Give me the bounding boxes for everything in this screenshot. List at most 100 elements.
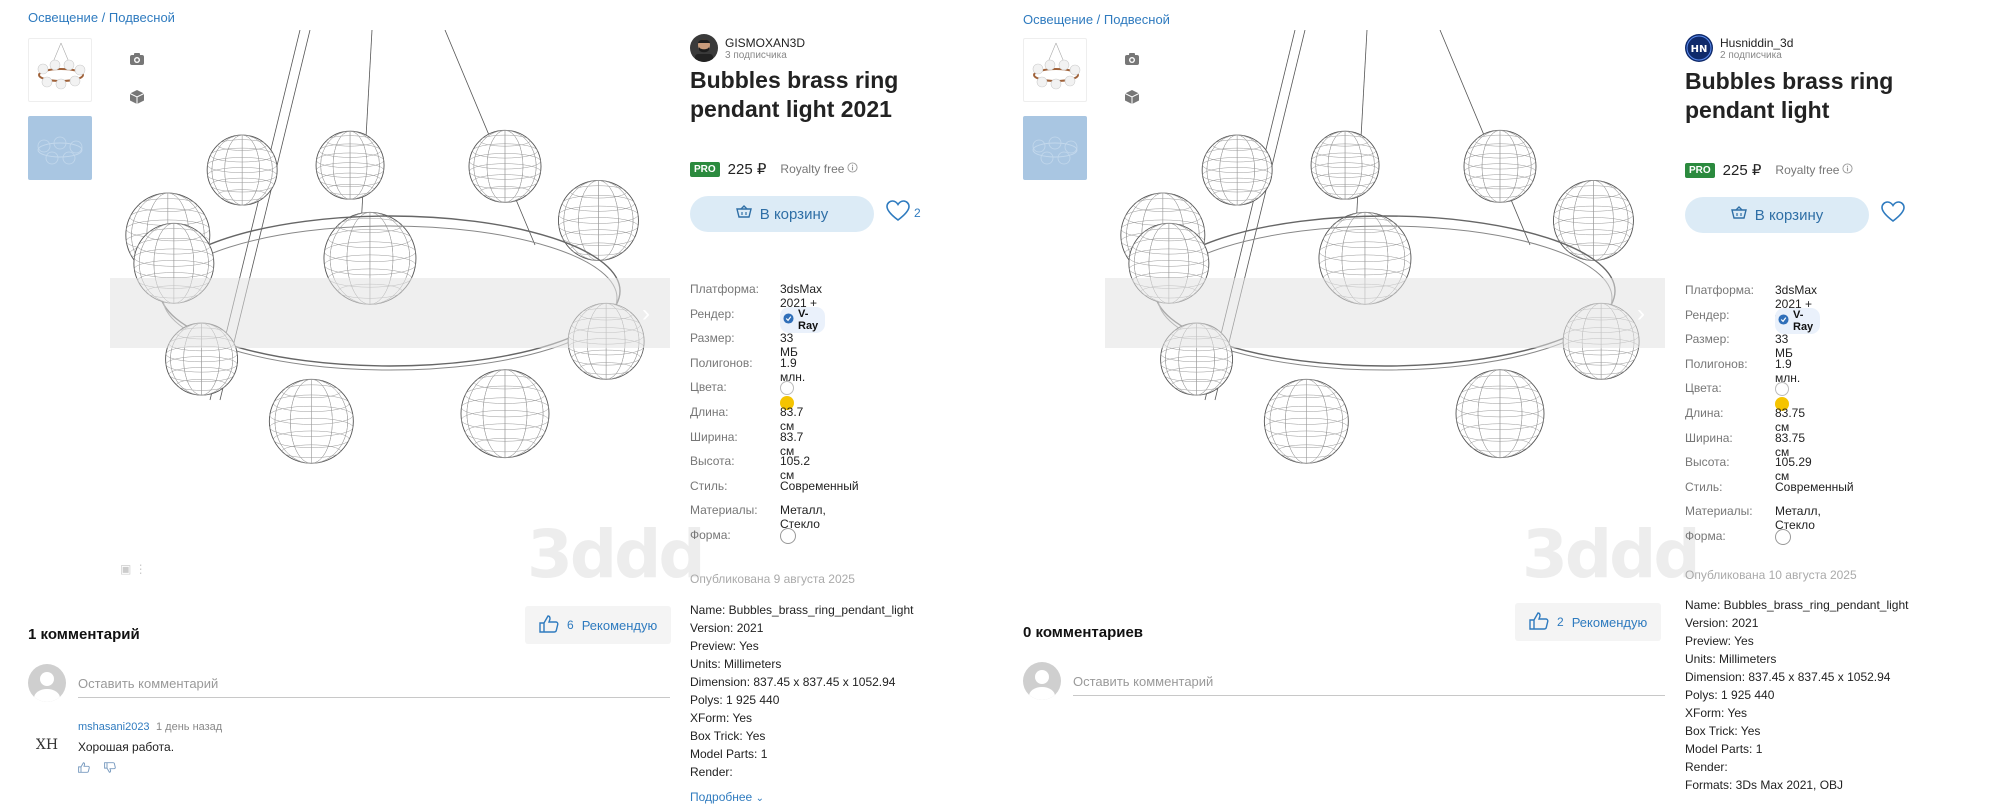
description-line: Render: — [690, 765, 733, 779]
published-date: Опубликована 10 августа 2025 — [1685, 568, 1857, 582]
description-line: Name: Bubbles_brass_ring_pendant_light — [690, 603, 914, 617]
thumbs-down-icon[interactable] — [104, 760, 116, 778]
thumbs-up-icon[interactable] — [78, 760, 90, 778]
watermark-logo: 3ddd — [1522, 516, 1701, 593]
more-details-label: Подробнее — [690, 790, 753, 804]
recommend-button[interactable]: 6 Рекомендую — [525, 606, 672, 644]
spec-label: Платформа: — [690, 282, 760, 296]
description-line: XForm: Yes — [690, 711, 753, 725]
spec-label: Рендер: — [690, 306, 735, 321]
shape-round-icon[interactable] — [1775, 528, 1791, 545]
spec-label: Материалы: — [1685, 504, 1753, 519]
pro-badge: PRO — [690, 161, 720, 177]
color-swatch-white[interactable] — [780, 381, 794, 396]
cart-icon — [1730, 206, 1747, 224]
description-line: Dimension: 837.45 x 837.45 x 1052.94 — [1685, 670, 1891, 684]
description-line: Render: — [1685, 760, 1728, 774]
spec-label: Длина: — [690, 404, 729, 419]
description-line: Formats: 3Ds Max 2021, OBJ — [1685, 778, 1844, 792]
recommend-button[interactable]: 2 Рекомендую — [1515, 603, 1662, 641]
price-row: PRO 225 ₽ Royalty free — [690, 160, 858, 178]
comment-text: Хорошая работа. — [78, 740, 175, 754]
chevron-right-icon[interactable]: › — [642, 300, 650, 328]
author-avatar[interactable]: HN — [1685, 34, 1713, 62]
heart-icon — [1881, 201, 1905, 226]
spec-label: Цвета: — [1685, 381, 1722, 396]
render-engine-chip[interactable]: V-Ray — [780, 306, 826, 333]
license-text: Royalty free — [780, 162, 845, 176]
spec-label: Платформа: — [1685, 283, 1755, 297]
description-line: Name: Bubbles_brass_ring_pendant_light — [1685, 598, 1909, 612]
thumbnail-render-image — [37, 42, 86, 90]
favorite-button[interactable]: 2 — [886, 200, 921, 225]
spec-label: Форма: — [690, 527, 731, 542]
comment-input[interactable]: Оставить комментарий — [78, 676, 670, 698]
published-date: Опубликована 9 августа 2025 — [690, 572, 855, 586]
comment-input[interactable]: Оставить комментарий — [1073, 674, 1665, 696]
thumbnail-render[interactable] — [28, 38, 92, 102]
description-line: Model Parts: 1 — [1685, 742, 1763, 756]
product-panel: Освещение / Подвесной — [0, 0, 995, 812]
description-line: XForm: Yes — [1685, 706, 1748, 720]
breadcrumb-subcategory[interactable]: Подвесной — [1104, 12, 1170, 27]
spec-label: Длина: — [1685, 405, 1724, 420]
page-title: Bubbles brass ring pendant light 2021 — [690, 67, 899, 122]
breadcrumb-separator: / — [1093, 12, 1104, 27]
spec-value: Современный — [780, 478, 859, 493]
info-icon[interactable] — [847, 162, 858, 176]
license-label: Royalty free — [1775, 163, 1853, 177]
spec-value: V-Ray — [780, 306, 826, 333]
viewer-tools-icon[interactable]: ▣ ⋮ — [120, 562, 147, 576]
info-icon[interactable] — [1842, 163, 1853, 177]
breadcrumb-subcategory[interactable]: Подвесной — [109, 10, 175, 25]
thumbnail-render[interactable] — [1023, 38, 1087, 102]
description-line: Preview: Yes — [690, 639, 759, 653]
description-line: Version: 2021 — [690, 621, 764, 635]
current-user-avatar — [1023, 662, 1061, 700]
thumbnail-wireframe[interactable] — [28, 116, 92, 180]
render-engine-label: V-Ray — [1793, 308, 1814, 333]
thumbs-up-icon — [1529, 611, 1549, 633]
heart-icon — [886, 200, 910, 225]
comment-username[interactable]: mshasani2023 — [78, 721, 150, 733]
spec-label: Высота: — [690, 454, 735, 469]
author-name[interactable]: Husniddin_3d — [1720, 36, 1793, 50]
color-swatch-white[interactable] — [1775, 382, 1789, 397]
price: 225 ₽ — [727, 161, 767, 178]
product-panel: Освещение / Подвесной — [995, 0, 1990, 812]
chevron-right-icon[interactable]: › — [1637, 300, 1645, 328]
description-line: Units: Millimeters — [1685, 652, 1777, 666]
model-description: Name: Bubbles_brass_ring_pendant_light Ve… — [690, 601, 913, 781]
spec-label: Ширина: — [1685, 430, 1733, 445]
breadcrumb-separator: / — [98, 10, 109, 25]
comments-count-title: 0 комментариев — [1023, 624, 1144, 641]
author-name[interactable]: GISMOXAN3D — [725, 36, 805, 50]
spec-label: Высота: — [1685, 455, 1730, 470]
author-avatar[interactable] — [690, 34, 718, 62]
shape-round-icon[interactable] — [780, 527, 796, 544]
vray-icon — [1778, 314, 1789, 328]
add-to-cart-button[interactable]: В корзину — [690, 196, 874, 232]
breadcrumb-category[interactable]: Освещение — [1023, 12, 1093, 27]
price: 225 ₽ — [1722, 162, 1762, 179]
thumbnail-wireframe-image — [37, 136, 83, 165]
spec-label: Полигонов: — [1685, 356, 1748, 371]
description-line: Units: Millimeters — [690, 657, 782, 671]
add-to-cart-label: В корзину — [1754, 206, 1824, 224]
avatar[interactable]: XH — [30, 728, 64, 762]
breadcrumb-category[interactable]: Освещение — [28, 10, 98, 25]
thumbnail-wireframe[interactable] — [1023, 116, 1087, 180]
spec-label: Размер: — [1685, 332, 1730, 347]
render-engine-chip[interactable]: V-Ray — [1775, 307, 1821, 334]
spec-label: Рендер: — [1685, 307, 1730, 322]
description-line: Version: 2021 — [1685, 616, 1759, 630]
spec-label: Стиль: — [690, 478, 728, 493]
thumbs-up-icon — [539, 614, 559, 636]
favorite-button[interactable] — [1881, 201, 1905, 226]
add-to-cart-button[interactable]: В корзину — [1685, 197, 1869, 233]
thumbnail-render-image — [1032, 42, 1081, 90]
recommend-count: 2 — [1557, 615, 1564, 629]
comment-timestamp: 1 день назад — [156, 721, 223, 733]
spec-value — [780, 527, 796, 544]
more-details-link[interactable]: Подробнее ⌄ — [690, 790, 764, 804]
